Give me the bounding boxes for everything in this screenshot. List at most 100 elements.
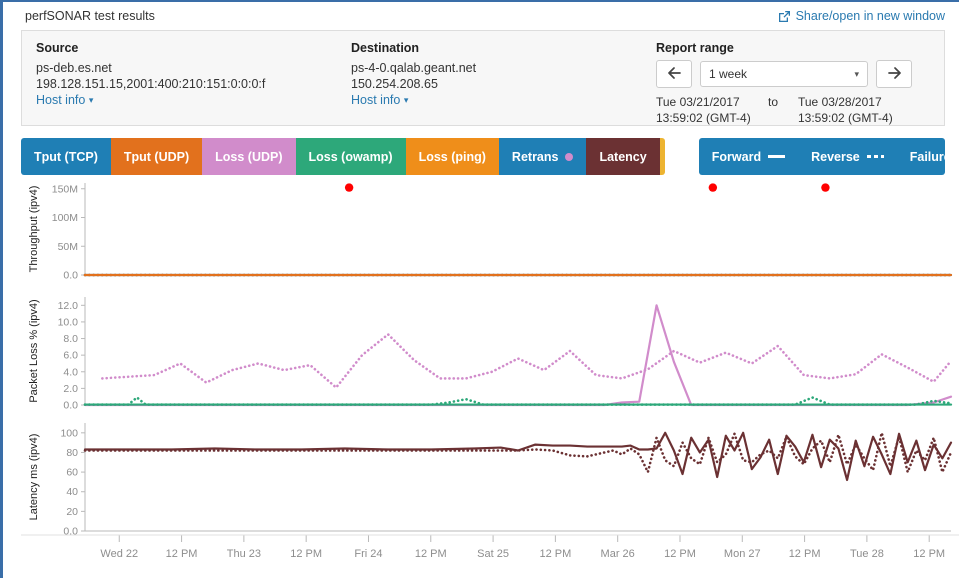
x-tick-label: 12 PM (290, 548, 322, 560)
marker-dotted-line-icon (866, 155, 884, 158)
destination-host-info-label: Host info (351, 93, 401, 107)
destination-hostname: ps-4-0.qalab.geant.net (351, 61, 477, 75)
tab-label: Tput (TCP) (34, 149, 98, 164)
y-tick-label: 100 (60, 427, 78, 439)
tab-label: Loss (UDP) (215, 149, 283, 164)
range-duration-select[interactable]: 1 week ▾ (700, 61, 868, 87)
x-axis: Wed 22 12 PM Thu 23 12 PM Fri 24 12 PM Sat 25 1… (21, 534, 959, 560)
charts-container: 0.0 50M 100M 150M Throughput (ipv4) 0.0 2.0 4.0… (21, 175, 959, 575)
x-tick-label: Fri 24 (354, 548, 382, 560)
y-tick-label: 0.0 (63, 526, 78, 538)
chart-panel-0: 0.0 50M 100M 150M Throughput (ipv4) (28, 183, 953, 282)
range-end: Tue 03/28/2017 13:59:02 (GMT-4) (798, 94, 906, 126)
window-titlebar: perfSONAR test results Share/open in new… (3, 2, 959, 30)
tab-direction-reverse[interactable]: Reverse (798, 138, 897, 175)
source-column: Source ps-deb.es.net 198.128.151.15,2001… (22, 41, 337, 125)
tab-direction-forward[interactable]: Forward (698, 138, 799, 175)
marker-dot-icon (565, 152, 574, 161)
report-range-column: Report range 1 week ▾ Tue 03/21/2017 13:… (642, 41, 942, 125)
marker-solid-line-icon (768, 155, 786, 158)
share-open-new-window-link[interactable]: Share/open in new window (778, 9, 945, 23)
range-start-date: Tue 03/21/2017 (656, 95, 740, 109)
failure-marker-dot[interactable] (708, 183, 718, 192)
tab-label: Loss (owamp) (308, 149, 393, 164)
y-tick-label: 60 (66, 467, 78, 479)
y-tick-label: 100M (52, 212, 78, 224)
y-tick-label: 10.0 (58, 316, 79, 328)
range-start: Tue 03/21/2017 13:59:02 (GMT-4) (656, 94, 764, 126)
y-tick-label: 0.0 (63, 400, 78, 412)
x-tick-label: 12 PM (789, 548, 821, 560)
series-line (83, 431, 953, 482)
source-host-info-label: Host info (36, 93, 86, 107)
chevron-down-icon: ▾ (403, 95, 409, 105)
tab-metric-tput-tcp[interactable]: Tput (TCP) (21, 138, 111, 175)
tab-label: Loss (ping) (418, 149, 486, 164)
tab-metric-loss-owamp[interactable]: Loss (owamp) (295, 138, 406, 175)
tab-label: Retrans (511, 149, 559, 164)
x-tick-label: 12 PM (166, 548, 198, 560)
perfsonar-charts-svg[interactable]: 0.0 50M 100M 150M Throughput (ipv4) 0.0 2.0 4.0… (21, 175, 959, 575)
chart-panel-1: 0.0 2.0 4.0 6.0 8.0 10.0 12.0 Packet Loss % (ip… (28, 297, 953, 412)
share-link-label: Share/open in new window (795, 9, 945, 23)
x-tick-label: Mon 27 (724, 548, 761, 560)
tab-direction-failures[interactable]: Failures (896, 138, 945, 175)
tab-metric-tput-udp[interactable]: Tput (UDP) (110, 138, 203, 175)
range-end-time: 13:59:02 (GMT-4) (798, 111, 893, 125)
x-tick-label: Sat 25 (477, 548, 509, 560)
report-range-heading: Report range (656, 41, 734, 55)
report-range-dates: Tue 03/21/2017 13:59:02 (GMT-4) to Tue 0… (656, 94, 942, 126)
source-heading: Source (36, 41, 79, 55)
y-tick-label: 0.0 (63, 270, 78, 282)
metric-tab-group: Tput (TCP) Tput (UDP) Loss (UDP) Loss (owam… (21, 138, 665, 175)
tab-metric-loss-ping[interactable]: Loss (ping) (405, 138, 499, 175)
y-tick-label: 2.0 (63, 383, 78, 395)
range-duration-value: 1 week (709, 67, 748, 81)
range-to-label: to (768, 95, 779, 109)
y-tick-label: 40 (66, 486, 78, 498)
tab-metric-latency-ping[interactable]: Latency (ping) (659, 138, 665, 175)
test-info-panel: Source ps-deb.es.net 198.128.151.15,2001… (21, 30, 945, 126)
perfsonar-results-window: perfSONAR test results Share/open in new… (0, 0, 959, 578)
arrow-left-icon (667, 66, 682, 82)
failure-marker-dot[interactable] (821, 183, 830, 192)
tab-metric-retrans[interactable]: Retrans (498, 138, 587, 175)
y-tick-label: 50M (58, 241, 78, 253)
series-line (83, 304, 953, 407)
destination-host-info-toggle[interactable]: Host info ▾ (351, 92, 642, 110)
x-tick-label: 12 PM (913, 548, 945, 560)
tab-label: Failures (909, 149, 945, 164)
chevron-down-icon: ▾ (88, 95, 94, 105)
tab-label: Tput (UDP) (123, 149, 190, 164)
range-next-button[interactable] (876, 60, 912, 88)
source-host-info-toggle[interactable]: Host info ▾ (36, 92, 337, 110)
arrow-right-icon (887, 66, 902, 82)
tab-label: Latency (599, 149, 647, 164)
page-title: perfSONAR test results (25, 9, 155, 23)
tab-metric-loss-udp[interactable]: Loss (UDP) (202, 138, 296, 175)
y-axis-title: Latency ms (ipv4) (28, 434, 40, 521)
y-tick-label: 6.0 (63, 350, 78, 362)
y-tick-label: 4.0 (63, 366, 78, 378)
x-tick-label: Thu 23 (227, 548, 261, 560)
y-tick-label: 80 (66, 447, 78, 459)
direction-tab-group: Forward Reverse Failures (698, 138, 945, 175)
destination-heading: Destination (351, 41, 420, 55)
failure-marker-dot[interactable] (344, 183, 354, 192)
x-tick-label: Tue 28 (850, 548, 884, 560)
chevron-down-icon: ▾ (854, 68, 859, 79)
range-prev-button[interactable] (656, 60, 692, 88)
x-tick-label: Mar 26 (601, 548, 635, 560)
chart-panel-2: 0.0 20 40 60 80 100 Latency ms (ipv4) (28, 423, 953, 538)
y-axis-title: Throughput (ipv4) (28, 186, 40, 273)
destination-addresses: 150.254.208.65 (351, 77, 438, 91)
destination-column: Destination ps-4-0.qalab.geant.net 150.2… (337, 41, 642, 125)
x-tick-label: Wed 22 (100, 548, 138, 560)
y-tick-label: 12.0 (58, 300, 79, 312)
tab-metric-latency[interactable]: Latency (586, 138, 660, 175)
source-addresses: 198.128.151.15,2001:400:210:151:0:0:0:f (36, 77, 266, 91)
tab-label: Reverse (811, 149, 860, 164)
external-link-icon (778, 10, 791, 23)
chart-legend-toolbar: Tput (TCP) Tput (UDP) Loss (UDP) Loss (owam… (21, 138, 945, 175)
y-tick-label: 150M (52, 183, 78, 195)
